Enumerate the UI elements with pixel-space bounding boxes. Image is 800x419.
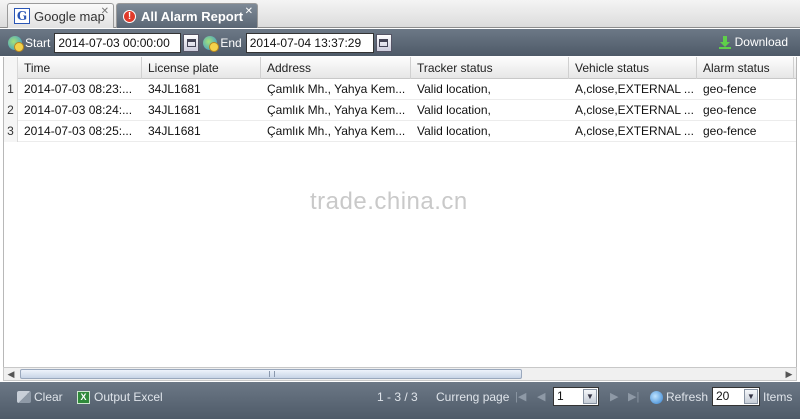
column-header-vehicle-status[interactable]: Vehicle status bbox=[569, 57, 697, 79]
cell-license-plate: 34JL1681 bbox=[148, 82, 201, 96]
cell-time: 2014-07-03 08:25:... bbox=[24, 124, 133, 138]
end-date-input[interactable]: 2014-07-04 13:37:29 bbox=[245, 32, 374, 53]
google-map-icon: G bbox=[14, 8, 30, 24]
cell-license-plate: 34JL1681 bbox=[148, 124, 201, 138]
page-value: 1 bbox=[557, 389, 564, 403]
cell-vehicle-status: A,close,EXTERNAL ... bbox=[575, 124, 694, 138]
table-row[interactable]: 2 2014-07-03 08:24:... 34JL1681 Çamlık M… bbox=[4, 100, 796, 121]
download-button[interactable]: Download bbox=[718, 35, 788, 49]
tab-label: All Alarm Report bbox=[141, 8, 244, 24]
current-page-input[interactable]: 1 ▼ bbox=[553, 387, 599, 406]
output-excel-button[interactable]: X Output Excel bbox=[77, 390, 163, 404]
calendar-icon bbox=[379, 38, 389, 47]
alarm-icon: ! bbox=[123, 9, 136, 23]
last-page-icon[interactable]: ▶| bbox=[628, 390, 639, 403]
cell-tracker-status: Valid location, bbox=[417, 124, 491, 138]
download-label: Download bbox=[734, 35, 788, 49]
end-calendar-button[interactable] bbox=[375, 33, 392, 52]
row-number: 1 bbox=[4, 79, 18, 100]
cell-address: Çamlık Mh., Yahya Kem... bbox=[267, 82, 406, 96]
row-number: 3 bbox=[4, 121, 18, 142]
chevron-down-icon[interactable]: ▼ bbox=[583, 389, 597, 404]
refresh-button[interactable]: Refresh bbox=[650, 390, 708, 404]
end-label: End bbox=[220, 35, 242, 50]
tab-google-map[interactable]: G Google map ✕ bbox=[7, 3, 114, 28]
column-header-alarm-status[interactable]: Alarm status bbox=[697, 57, 794, 79]
grid-header: Time License plate Address Tracker statu… bbox=[4, 57, 796, 79]
tab-label: Google map bbox=[34, 8, 105, 24]
paging-toolbar: Clear X Output Excel 1 - 3 / 3 Curreng p… bbox=[0, 382, 800, 419]
chevron-down-icon[interactable]: ▼ bbox=[744, 389, 758, 404]
watermark: trade.china.cn bbox=[310, 188, 468, 215]
tab-bar: G Google map ✕ ! All Alarm Report ✕ bbox=[0, 0, 800, 28]
tab-all-alarm-report[interactable]: ! All Alarm Report ✕ bbox=[116, 3, 258, 28]
grip-icon bbox=[269, 371, 275, 377]
cell-address: Çamlık Mh., Yahya Kem... bbox=[267, 124, 406, 138]
cell-license-plate: 34JL1681 bbox=[148, 103, 201, 117]
scrollbar-thumb[interactable] bbox=[20, 369, 522, 379]
end-time-icon bbox=[203, 35, 220, 52]
eraser-icon bbox=[17, 391, 31, 403]
column-header-tracker-status[interactable]: Tracker status bbox=[411, 57, 569, 79]
column-header-address[interactable]: Address bbox=[261, 57, 411, 79]
cell-time: 2014-07-03 08:24:... bbox=[24, 103, 133, 117]
clear-button[interactable]: Clear bbox=[17, 390, 63, 404]
items-value: 20 bbox=[716, 389, 730, 403]
row-number: 2 bbox=[4, 100, 18, 121]
horizontal-scrollbar[interactable]: ◀ ▶ bbox=[3, 367, 797, 381]
cell-alarm-status: geo-fence bbox=[703, 124, 757, 138]
table-row[interactable]: 3 2014-07-03 08:25:... 34JL1681 Çamlık M… bbox=[4, 121, 796, 142]
cell-vehicle-status: A,close,EXTERNAL ... bbox=[575, 82, 694, 96]
refresh-icon bbox=[650, 390, 663, 404]
cell-address: Çamlık Mh., Yahya Kem... bbox=[267, 103, 406, 117]
cell-time: 2014-07-03 08:23:... bbox=[24, 82, 133, 96]
start-calendar-button[interactable] bbox=[183, 33, 200, 52]
cell-tracker-status: Valid location, bbox=[417, 103, 491, 117]
cell-vehicle-status: A,close,EXTERNAL ... bbox=[575, 103, 694, 117]
start-label: Start bbox=[25, 35, 51, 50]
cell-alarm-status: geo-fence bbox=[703, 103, 757, 117]
start-date-input[interactable]: 2014-07-03 00:00:00 bbox=[54, 32, 182, 53]
download-icon bbox=[718, 35, 731, 49]
filter-toolbar: Start 2014-07-03 00:00:00 End 2014-07-04… bbox=[0, 29, 800, 56]
items-label: Items bbox=[763, 390, 793, 404]
start-time-icon bbox=[8, 35, 24, 52]
record-range: 1 - 3 / 3 bbox=[377, 390, 418, 404]
next-page-icon[interactable]: ▶ bbox=[610, 390, 618, 403]
column-header-time[interactable]: Time bbox=[18, 57, 142, 79]
excel-icon: X bbox=[77, 390, 90, 404]
output-excel-label: Output Excel bbox=[94, 390, 163, 404]
scroll-right-icon[interactable]: ▶ bbox=[782, 368, 796, 380]
refresh-label: Refresh bbox=[666, 390, 709, 404]
current-page-label: Curreng page bbox=[436, 390, 510, 404]
close-icon[interactable]: ✕ bbox=[101, 6, 109, 17]
cell-tracker-status: Valid location, bbox=[417, 82, 491, 96]
cell-alarm-status: geo-fence bbox=[703, 82, 757, 96]
calendar-icon bbox=[186, 38, 196, 47]
rownum-header bbox=[4, 57, 18, 79]
clear-label: Clear bbox=[34, 390, 63, 404]
column-header-license-plate[interactable]: License plate bbox=[142, 57, 261, 79]
table-row[interactable]: 1 2014-07-03 08:23:... 34JL1681 Çamlık M… bbox=[4, 79, 796, 100]
scroll-left-icon[interactable]: ◀ bbox=[4, 368, 18, 380]
items-per-page-select[interactable]: 20 ▼ bbox=[712, 387, 760, 406]
prev-page-icon[interactable]: ◀ bbox=[537, 390, 545, 403]
close-icon[interactable]: ✕ bbox=[245, 6, 253, 17]
first-page-icon[interactable]: |◀ bbox=[515, 390, 526, 403]
